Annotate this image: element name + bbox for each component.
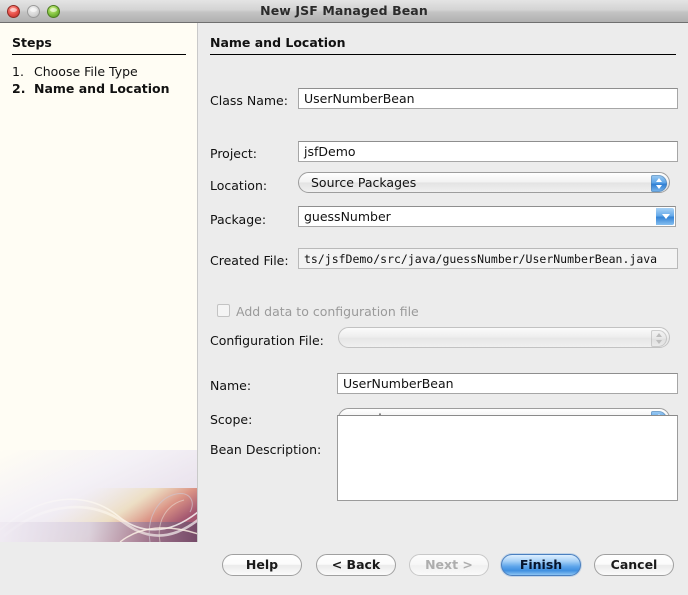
package-combobox[interactable]: guessNumber bbox=[298, 206, 676, 227]
scope-label: Scope: bbox=[210, 412, 252, 427]
help-button[interactable]: Help bbox=[222, 554, 302, 576]
package-value: guessNumber bbox=[304, 209, 391, 224]
project-input[interactable]: jsfDemo bbox=[298, 141, 678, 162]
project-label: Project: bbox=[210, 146, 257, 161]
bean-name-input[interactable]: UserNumberBean bbox=[337, 373, 678, 394]
step-number: 1. bbox=[12, 64, 34, 79]
location-value: Source Packages bbox=[311, 175, 416, 190]
window-titlebar: New JSF Managed Bean bbox=[0, 0, 688, 23]
chevron-down-icon[interactable] bbox=[656, 208, 674, 225]
add-data-to-config-checkbox bbox=[217, 304, 230, 317]
step-label: Name and Location bbox=[34, 81, 170, 96]
created-file-value: ts/jsfDemo/src/java/guessNumber/UserNumb… bbox=[298, 248, 678, 269]
step-item-choose-file-type: 1.Choose File Type bbox=[12, 64, 138, 79]
content-panel: Name and Location Class Name: UserNumber… bbox=[198, 23, 688, 542]
steps-panel: Steps 1.Choose File Type 2.Name and Loca… bbox=[0, 23, 198, 542]
package-label: Package: bbox=[210, 212, 266, 227]
bean-description-label: Bean Description: bbox=[210, 442, 321, 457]
location-label: Location: bbox=[210, 178, 267, 193]
stepper-arrows-icon[interactable] bbox=[651, 175, 667, 192]
cancel-button[interactable]: Cancel bbox=[594, 554, 674, 576]
steps-heading-divider bbox=[12, 54, 186, 55]
page-title: Name and Location bbox=[210, 35, 346, 50]
wizard-decorative-artwork bbox=[0, 450, 198, 542]
configuration-file-label: Configuration File: bbox=[210, 333, 324, 348]
window-title: New JSF Managed Bean bbox=[0, 3, 688, 18]
bean-name-label: Name: bbox=[210, 378, 251, 393]
class-name-label: Class Name: bbox=[210, 93, 288, 108]
dialog-button-bar: Help < Back Next > Finish Cancel bbox=[198, 542, 688, 595]
configuration-file-dropdown bbox=[338, 327, 670, 348]
page-title-divider bbox=[210, 54, 676, 55]
location-dropdown[interactable]: Source Packages bbox=[298, 172, 670, 193]
class-name-input[interactable]: UserNumberBean bbox=[298, 88, 678, 109]
step-label: Choose File Type bbox=[34, 64, 138, 79]
step-item-name-and-location: 2.Name and Location bbox=[12, 81, 170, 96]
stepper-arrows-icon bbox=[651, 330, 667, 347]
step-number: 2. bbox=[12, 81, 34, 96]
new-jsf-managed-bean-dialog: New JSF Managed Bean Steps 1.Choose File… bbox=[0, 0, 688, 595]
finish-button[interactable]: Finish bbox=[501, 554, 581, 576]
steps-heading: Steps bbox=[12, 35, 52, 50]
bean-description-textarea[interactable] bbox=[337, 415, 678, 501]
back-button[interactable]: < Back bbox=[316, 554, 396, 576]
created-file-label: Created File: bbox=[210, 253, 289, 268]
add-data-to-config-label: Add data to configuration file bbox=[236, 304, 419, 319]
next-button: Next > bbox=[409, 554, 489, 576]
